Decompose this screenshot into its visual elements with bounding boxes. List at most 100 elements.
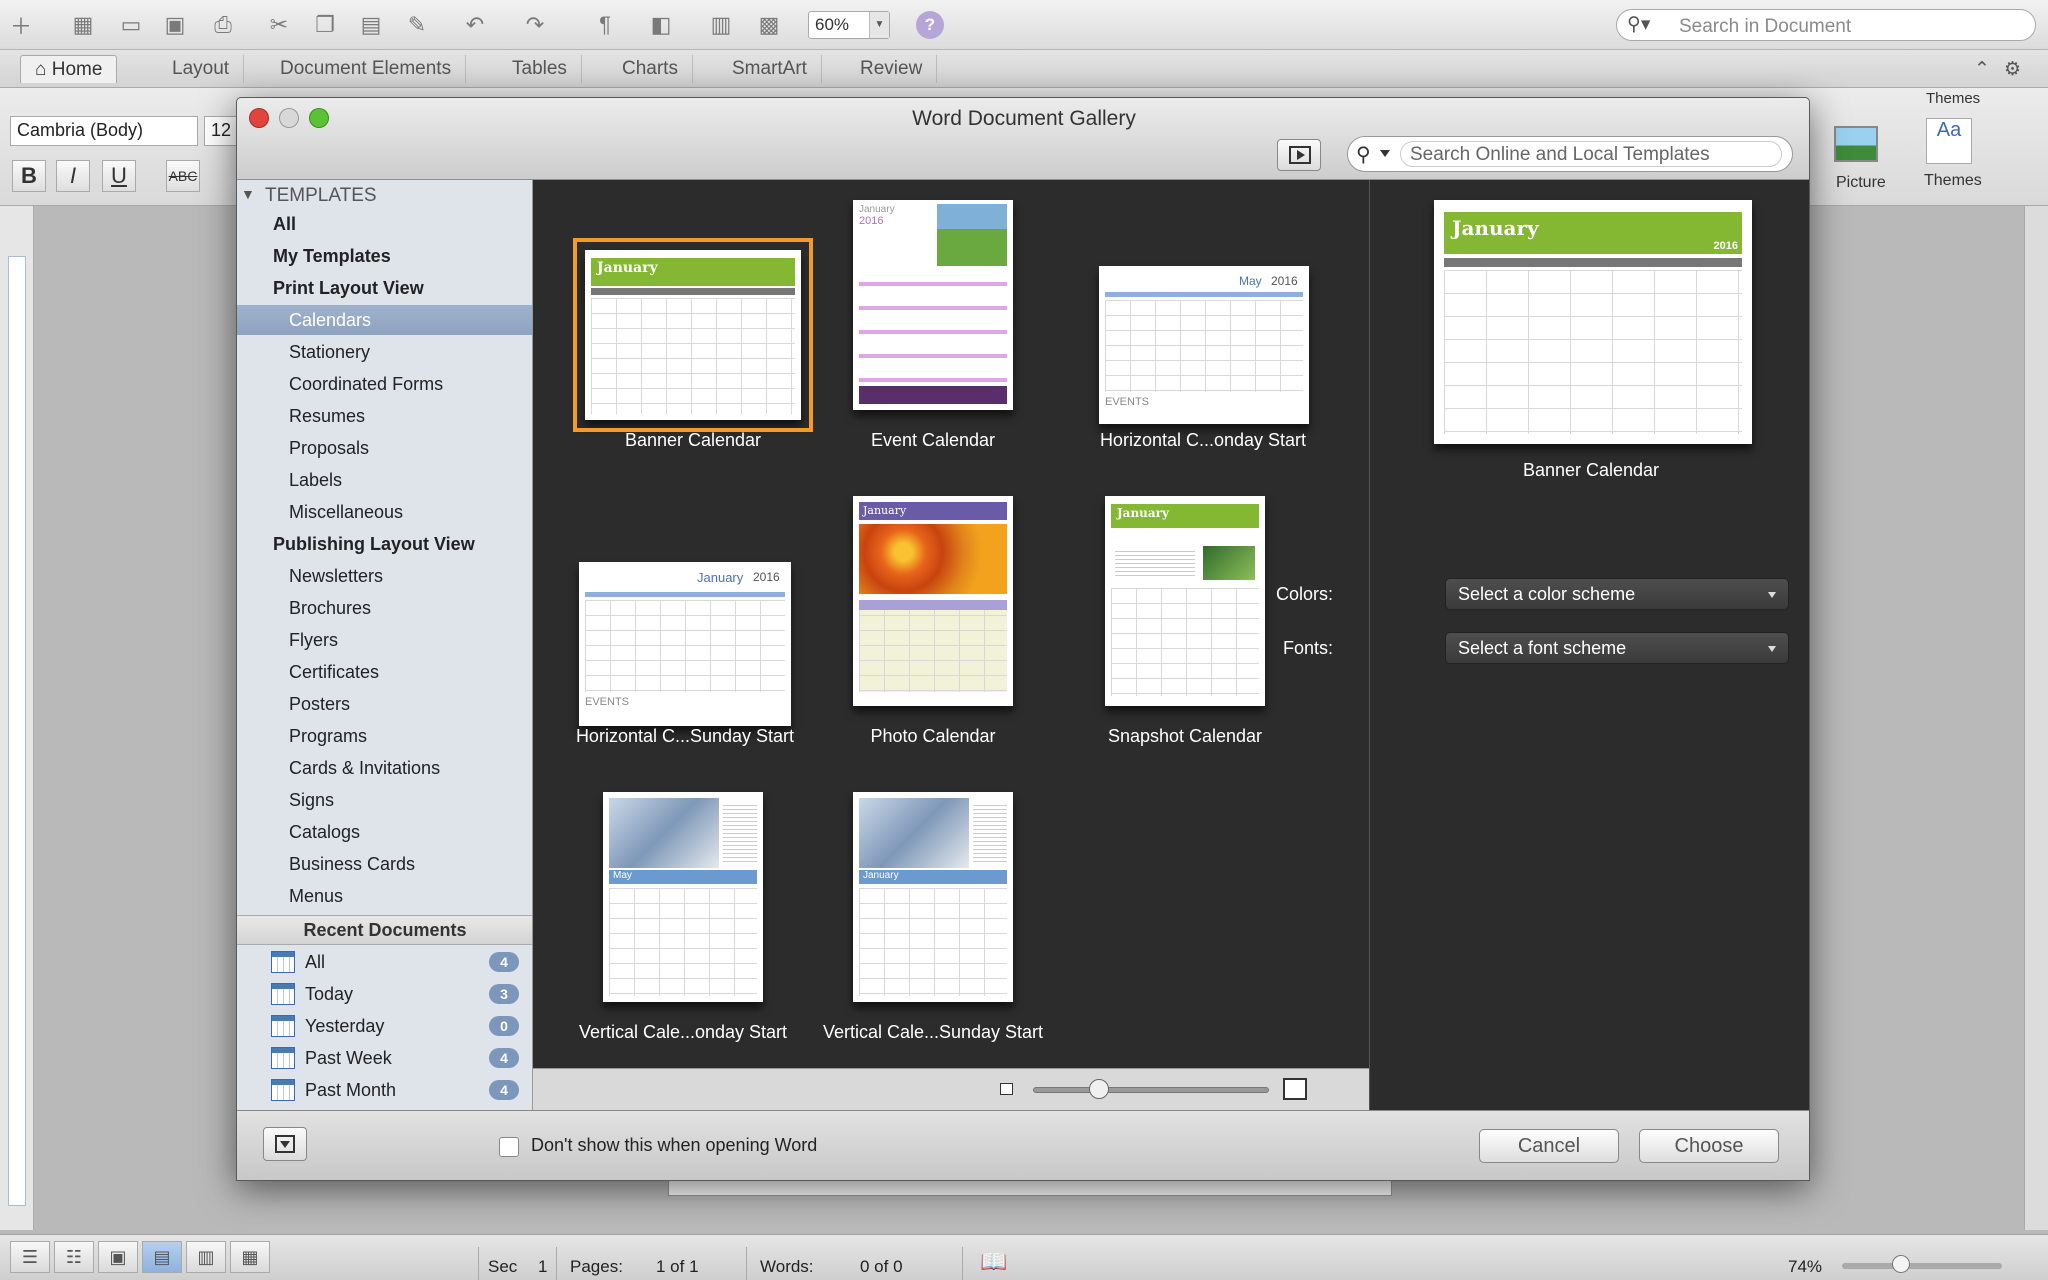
sidebar-item-signs[interactable]: Signs [237, 785, 532, 815]
large-thumbnail-icon[interactable] [1283, 1078, 1307, 1100]
help-icon[interactable]: ? [916, 11, 944, 39]
gallery-icon[interactable]: ▥ [704, 8, 738, 42]
sidebar-item-stationery[interactable]: Stationery [237, 337, 532, 367]
template-thumb-horizontal-monday[interactable]: May 2016 EVENTS [1099, 266, 1309, 424]
sidebar-item-catalogs[interactable]: Catalogs [237, 817, 532, 847]
cancel-button[interactable]: Cancel [1479, 1129, 1619, 1163]
zoom-value: 60% [815, 15, 850, 34]
gear-icon[interactable]: ⚙ [1990, 55, 2035, 83]
sidebar-item-resumes[interactable]: Resumes [237, 401, 532, 431]
thumb-photo [1203, 546, 1255, 580]
color-scheme-select[interactable]: Select a color scheme [1445, 578, 1789, 610]
recent-item-yesterday[interactable]: Yesterday 0 [237, 1011, 532, 1041]
zoom-slider[interactable] [1842, 1263, 2002, 1269]
save-icon[interactable]: ▣ [158, 8, 192, 42]
sidebar-item-cards-invitations[interactable]: Cards & Invitations [237, 753, 532, 783]
undo-icon[interactable]: ↶ [458, 8, 492, 42]
tab-charts[interactable]: Charts [608, 55, 693, 83]
sidebar-item-flyers[interactable]: Flyers [237, 625, 532, 655]
sidebar-item-miscellaneous[interactable]: Miscellaneous [237, 497, 532, 527]
small-thumbnail-icon[interactable] [1000, 1083, 1013, 1095]
document-search-field[interactable]: ⚲▾ Search in Document [1616, 9, 2036, 41]
sidebar-item-menus[interactable]: Menus [237, 881, 532, 911]
recent-item-today[interactable]: Today 3 [237, 979, 532, 1009]
zoom-select[interactable]: 60% ▼ [808, 11, 890, 39]
templates-header[interactable]: ▼ TEMPLATES [237, 182, 532, 212]
vertical-scrollbar[interactable] [2024, 206, 2048, 1230]
tab-tables[interactable]: Tables [498, 55, 582, 83]
open-icon[interactable]: ▭ [114, 8, 148, 42]
status-divider [746, 1247, 747, 1280]
calendar-icon [271, 1079, 295, 1101]
proofing-book-icon[interactable]: 📖 [980, 1249, 1007, 1275]
toolbox-icon[interactable]: ▩ [752, 8, 786, 42]
sidebar-item-proposals[interactable]: Proposals [237, 433, 532, 463]
notebook-view-button[interactable]: ▥ [186, 1241, 226, 1273]
templates-icon[interactable]: ▦ [66, 8, 100, 42]
tab-home[interactable]: ⌂ Home [20, 55, 118, 83]
template-search-input[interactable]: Search Online and Local Templates [1400, 141, 1782, 167]
choose-button[interactable]: Choose [1639, 1129, 1779, 1163]
words-value: 0 of 0 [860, 1257, 903, 1276]
sidebar-item-programs[interactable]: Programs [237, 721, 532, 751]
disclosure-triangle-icon[interactable]: ▼ [241, 186, 255, 202]
thumbnail-size-slider[interactable] [1033, 1087, 1269, 1093]
italic-button[interactable]: I [56, 160, 90, 192]
print-layout-view-button[interactable]: ▤ [142, 1241, 182, 1273]
thumbnail-size-knob[interactable] [1089, 1079, 1109, 1099]
tab-smartart[interactable]: SmartArt [718, 55, 822, 83]
slideshow-button[interactable] [1277, 139, 1321, 171]
recent-item-all[interactable]: All 4 [237, 947, 532, 977]
template-search[interactable]: ⚲ Search Online and Local Templates [1347, 136, 1793, 172]
sidebar-item-brochures[interactable]: Brochures [237, 593, 532, 623]
sidebar-item-my-templates[interactable]: My Templates [237, 241, 532, 271]
tab-layout[interactable]: Layout [158, 55, 245, 83]
sidebar-item-business-cards[interactable]: Business Cards [237, 849, 532, 879]
sidebar-item-all[interactable]: All [237, 209, 532, 239]
sidebar-toggle-icon[interactable]: ◧ [644, 8, 678, 42]
strikethrough-button[interactable]: ABC [166, 160, 200, 192]
template-thumb-vertical-monday[interactable]: May [603, 792, 763, 1002]
new-document-icon[interactable]: ＋ [4, 8, 38, 42]
publishing-view-button[interactable]: ▣ [98, 1241, 138, 1273]
hide-sidebar-button[interactable] [263, 1127, 307, 1161]
dont-show-checkbox[interactable] [499, 1137, 519, 1157]
template-thumb-horizontal-sunday[interactable]: January 2016 EVENTS [579, 562, 791, 726]
template-thumb-photo-calendar[interactable]: January [853, 496, 1013, 706]
template-thumb-vertical-sunday[interactable]: January [853, 792, 1013, 1002]
bold-button[interactable]: B [12, 160, 46, 192]
sidebar-item-print-layout-view[interactable]: Print Layout View [237, 273, 532, 303]
sidebar-item-calendars[interactable]: Calendars [237, 305, 532, 335]
template-thumb-event-calendar[interactable]: January 2016 [853, 200, 1013, 410]
zoom-slider-knob[interactable] [1892, 1255, 1910, 1273]
sidebar-item-certificates[interactable]: Certificates [237, 657, 532, 687]
format-painter-icon[interactable]: ✎ [400, 8, 434, 42]
cut-icon[interactable]: ✂ [262, 8, 296, 42]
font-scheme-select[interactable]: Select a font scheme [1445, 632, 1789, 664]
focus-view-button[interactable]: ▦ [230, 1241, 270, 1273]
pilcrow-icon[interactable]: ¶ [588, 8, 622, 42]
outline-view-button[interactable]: ☷ [54, 1241, 94, 1273]
font-name-field[interactable]: Cambria (Body) [10, 116, 198, 146]
sidebar-item-publishing-layout-view[interactable]: Publishing Layout View [237, 529, 532, 559]
paste-icon[interactable]: ▤ [354, 8, 388, 42]
sidebar-item-newsletters[interactable]: Newsletters [237, 561, 532, 591]
tab-review[interactable]: Review [846, 55, 938, 83]
draft-view-button[interactable]: ☰ [10, 1241, 50, 1273]
sidebar-item-coordinated-forms[interactable]: Coordinated Forms [237, 369, 532, 399]
print-icon[interactable]: ⎙ [206, 8, 240, 42]
tab-document-elements[interactable]: Document Elements [266, 55, 467, 83]
picture-icon[interactable] [1834, 126, 1878, 162]
sidebar-item-labels[interactable]: Labels [237, 465, 532, 495]
underline-button[interactable]: U [102, 160, 136, 192]
recent-item-past-month[interactable]: Past Month 4 [237, 1075, 532, 1105]
play-icon [1289, 146, 1311, 164]
preview-calendar-grid [1444, 270, 1742, 434]
template-thumb-banner-calendar[interactable]: January [573, 238, 813, 432]
recent-item-past-week[interactable]: Past Week 4 [237, 1043, 532, 1073]
redo-icon[interactable]: ↷ [518, 8, 552, 42]
thumb-year: 2016 [859, 215, 884, 227]
themes-icon[interactable]: Aa [1926, 118, 1972, 164]
sidebar-item-posters[interactable]: Posters [237, 689, 532, 719]
copy-icon[interactable]: ❐ [308, 8, 342, 42]
